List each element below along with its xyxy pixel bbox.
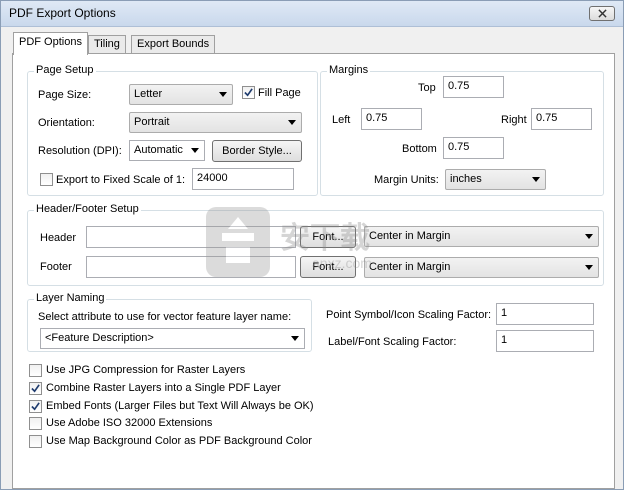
footer-align-value: Center in Margin [369, 261, 451, 273]
page-size-label: Page Size: [38, 89, 92, 101]
title-bar: PDF Export Options [1, 1, 623, 27]
resolution-value: Automatic [134, 144, 183, 156]
checkmark-icon [244, 88, 253, 97]
chevron-down-icon [191, 148, 199, 153]
footer-align-select[interactable]: Center in Margin [364, 257, 599, 278]
resolution-label: Resolution (DPI): [38, 145, 122, 157]
map-background-checkbox[interactable] [29, 435, 42, 448]
margin-units-select[interactable]: inches [445, 169, 546, 190]
adobe-iso-label: Use Adobe ISO 32000 Extensions [46, 417, 213, 429]
close-icon [597, 9, 607, 18]
checkmark-icon [31, 402, 40, 411]
tab-pdf-options[interactable]: PDF Options [13, 32, 88, 55]
checkmark-icon [31, 384, 40, 393]
header-footer-title: Header/Footer Setup [34, 203, 141, 215]
layer-naming-group: Layer Naming Select attribute to use for… [27, 292, 312, 352]
header-align-value: Center in Margin [369, 230, 451, 242]
combine-raster-checkbox[interactable] [29, 382, 42, 395]
fixed-scale-label: Export to Fixed Scale of 1: [56, 174, 186, 186]
header-label: Header [40, 232, 77, 244]
jpg-compression-checkbox[interactable] [29, 364, 42, 377]
pdf-options-panel: Page Setup Page Size: Letter Fill Page O… [12, 53, 615, 489]
layer-naming-select[interactable]: <Feature Description> [40, 328, 305, 349]
margin-right-label: Right [501, 114, 527, 126]
orientation-value: Portrait [134, 116, 170, 128]
point-scaling-label: Point Symbol/Icon Scaling Factor: [326, 309, 492, 321]
margin-left-label: Left [332, 114, 351, 126]
orientation-label: Orientation: [38, 117, 95, 129]
margin-right-input[interactable]: 0.75 [531, 108, 592, 130]
margin-left-input[interactable]: 0.75 [361, 108, 422, 130]
layer-naming-title: Layer Naming [34, 292, 107, 304]
tab-export-bounds[interactable]: Export Bounds [131, 35, 216, 54]
resolution-select[interactable]: Automatic [129, 140, 205, 161]
margin-bottom-label: Bottom [402, 143, 437, 155]
page-setup-title: Page Setup [34, 64, 96, 76]
combine-raster-label: Combine Raster Layers into a Single PDF … [46, 382, 281, 394]
chevron-down-icon [585, 265, 593, 270]
header-align-select[interactable]: Center in Margin [364, 226, 599, 247]
jpg-compression-label: Use JPG Compression for Raster Layers [46, 364, 246, 376]
fill-page-label: Fill Page [258, 87, 301, 99]
pdf-export-options-dialog: PDF Export Options PDF Options Tiling Ex… [0, 0, 624, 490]
header-footer-group: Header/Footer Setup Header Font... Cente… [27, 203, 604, 286]
page-setup-group: Page Setup Page Size: Letter Fill Page O… [27, 64, 318, 196]
label-scaling-input[interactable]: 1 [496, 330, 594, 352]
orientation-select[interactable]: Portrait [129, 112, 302, 133]
layer-naming-value: <Feature Description> [45, 332, 154, 344]
fixed-scale-checkbox[interactable] [40, 173, 53, 186]
window-title: PDF Export Options [9, 6, 116, 20]
fixed-scale-input[interactable]: 24000 [192, 168, 294, 190]
margin-units-label: Margin Units: [374, 174, 439, 186]
map-background-label: Use Map Background Color as PDF Backgrou… [46, 435, 312, 447]
margins-title: Margins [327, 64, 371, 76]
header-font-button[interactable]: Font... [300, 226, 356, 248]
embed-fonts-checkbox[interactable] [29, 400, 42, 413]
header-input[interactable] [86, 226, 296, 248]
margin-units-value: inches [450, 173, 482, 185]
footer-input[interactable] [86, 256, 296, 278]
adobe-iso-checkbox[interactable] [29, 417, 42, 430]
chevron-down-icon [585, 234, 593, 239]
chevron-down-icon [291, 336, 299, 341]
margin-top-label: Top [418, 82, 436, 94]
label-scaling-label: Label/Font Scaling Factor: [328, 336, 457, 348]
chevron-down-icon [532, 177, 540, 182]
embed-fonts-label: Embed Fonts (Larger Files but Text Will … [46, 400, 314, 412]
margin-bottom-input[interactable]: 0.75 [443, 137, 504, 159]
chevron-down-icon [288, 120, 296, 125]
footer-font-button[interactable]: Font... [300, 256, 356, 278]
border-style-button[interactable]: Border Style... [212, 140, 302, 162]
footer-label: Footer [40, 261, 72, 273]
point-scaling-input[interactable]: 1 [496, 303, 594, 325]
margin-top-input[interactable]: 0.75 [443, 76, 504, 98]
margins-group: Margins Top 0.75 Left 0.75 Right 0.75 Bo… [320, 64, 604, 196]
page-size-select[interactable]: Letter [129, 84, 233, 105]
tab-tiling[interactable]: Tiling [88, 35, 126, 54]
fill-page-checkbox[interactable] [242, 86, 255, 99]
layer-naming-prompt: Select attribute to use for vector featu… [38, 311, 292, 323]
page-size-value: Letter [134, 88, 163, 100]
chevron-down-icon [219, 92, 227, 97]
close-button[interactable] [589, 6, 615, 21]
